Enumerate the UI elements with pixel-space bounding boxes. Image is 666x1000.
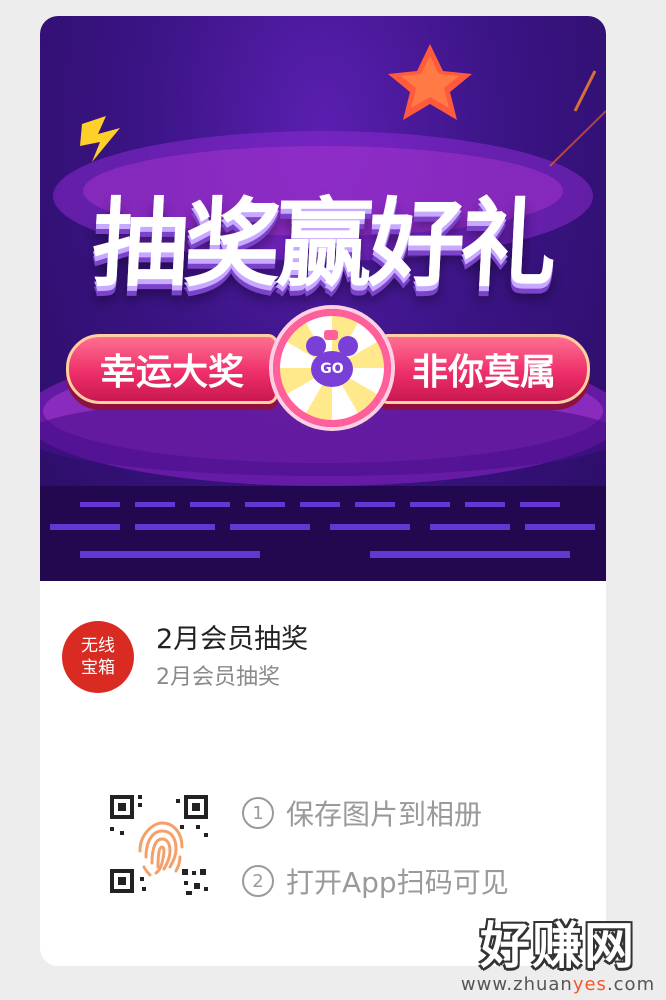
step-1-text: 保存图片到相册 (286, 798, 483, 831)
step-open-app: 2 打开App扫码可见 (242, 861, 509, 901)
site-watermark: 好赚网 www.zhuanyes.com (458, 918, 658, 998)
go-button[interactable]: GO (311, 351, 353, 387)
app-logo: 无线 宝箱 (62, 621, 134, 693)
watermark-logo: 好赚网 (480, 917, 636, 975)
step-2-number: 2 (242, 865, 274, 897)
fingerprint-icon (138, 821, 184, 877)
url-suffix: .com (606, 974, 656, 995)
lucky-wheel[interactable]: GO (273, 309, 391, 427)
app-title: 2月会员抽奖 (156, 624, 309, 655)
wheel-bow (324, 330, 338, 340)
logo-line1: 无线 (81, 636, 115, 656)
url-prefix: www.zhuan (460, 974, 573, 995)
app-subtitle: 2月会员抽奖 (156, 665, 280, 690)
qr-code-icon[interactable] (106, 791, 212, 897)
left-slogan-pill: 幸运大奖 (66, 334, 278, 404)
step-2-text: 打开App扫码可见 (286, 866, 509, 899)
logo-line2: 宝箱 (81, 658, 115, 678)
banner-title: 抽奖赢好礼 (89, 188, 556, 300)
share-card: 抽奖赢好礼 幸运大奖 非你莫属 GO 无线 宝箱 2月会员抽奖 2月会员抽奖 1… (40, 16, 606, 966)
url-highlight: yes (572, 974, 607, 995)
promo-banner[interactable]: 抽奖赢好礼 幸运大奖 非你莫属 GO (40, 16, 606, 581)
step-save-image: 1 保存图片到相册 (242, 793, 482, 833)
star-icon (388, 44, 472, 120)
watermark-url: www.zhuanyes.com (458, 974, 658, 995)
app-info-section: 无线 宝箱 2月会员抽奖 2月会员抽奖 1 保存图片到相册 2 打开App扫码可… (40, 581, 606, 966)
step-1-number: 1 (242, 797, 274, 829)
right-slogan-pill: 非你莫属 (378, 334, 590, 404)
